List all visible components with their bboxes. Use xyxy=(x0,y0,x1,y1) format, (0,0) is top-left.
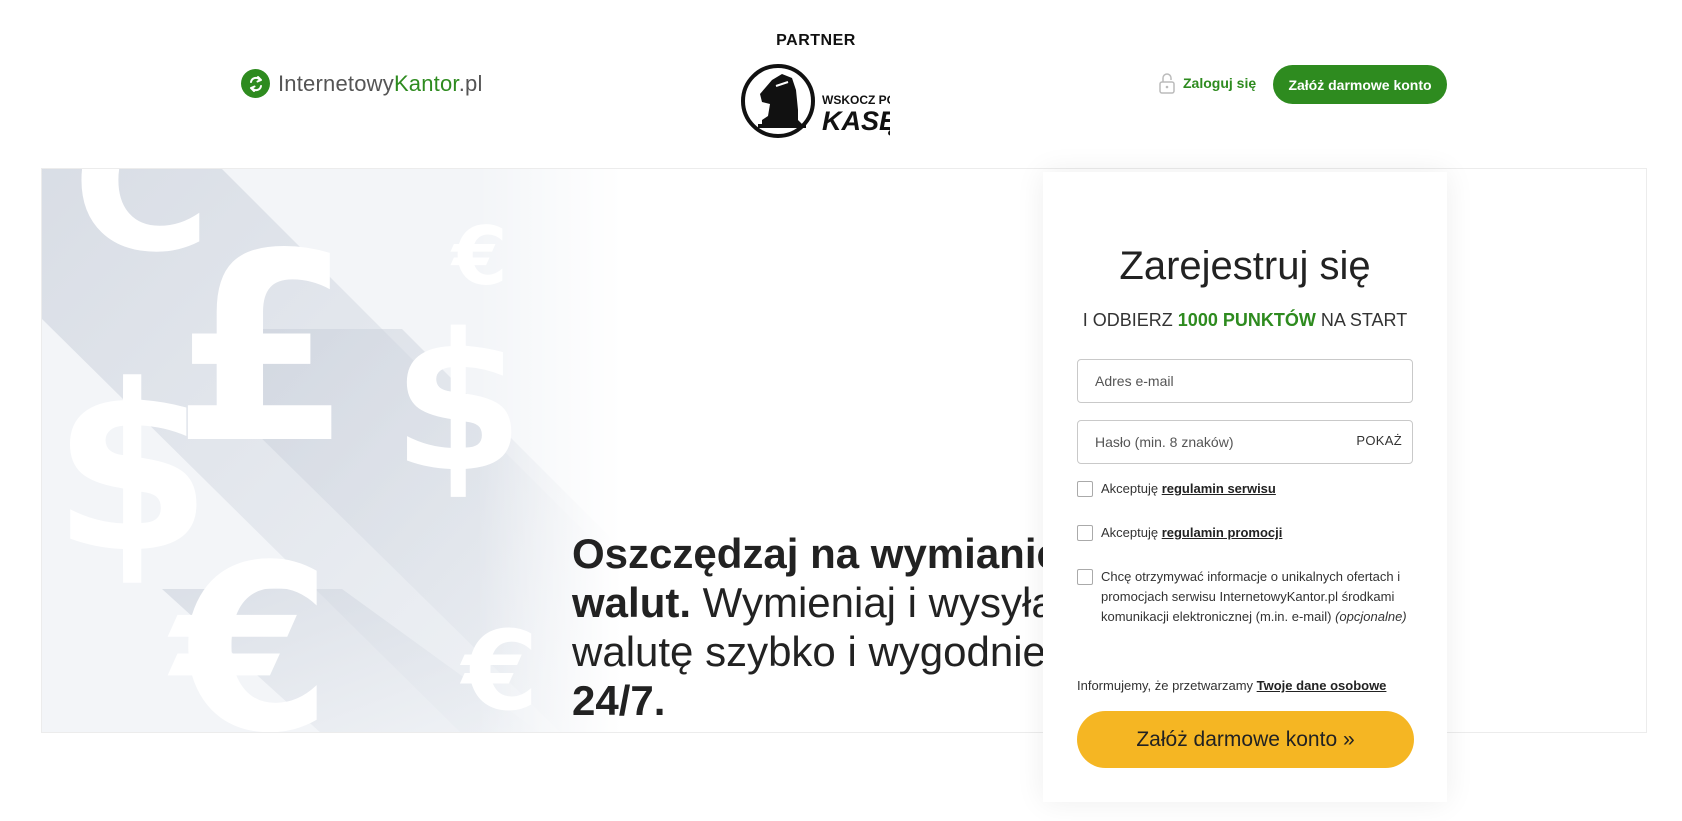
padlock-icon xyxy=(1159,73,1175,94)
password-field-wrapper: POKAŻ xyxy=(1077,420,1413,464)
exchange-arrows-icon xyxy=(241,69,270,98)
login-link[interactable]: Zaloguj się xyxy=(1159,72,1256,94)
create-account-header-button[interactable]: Załóż darmowe konto xyxy=(1273,65,1447,104)
registration-card: Zarejestruj się I ODBIERZ 1000 PUNKTÓW N… xyxy=(1043,172,1447,802)
currency-symbols-illustration: C £ € $ $ € € xyxy=(42,169,622,732)
form-subtitle: I ODBIERZ 1000 PUNKTÓW NA START xyxy=(1043,310,1447,331)
partner-block: PARTNER WSKOCZ PO KASĘ xyxy=(736,32,896,138)
form-title: Zarejestruj się xyxy=(1119,244,1371,288)
terms-consent-row: Akceptuję regulamin serwisu xyxy=(1077,481,1417,499)
show-password-button[interactable]: POKAŻ xyxy=(1356,433,1402,448)
terms-checkbox[interactable] xyxy=(1077,481,1093,497)
promo-text: Akceptuję regulamin promocji xyxy=(1101,523,1282,543)
promo-prefix: Akceptuję xyxy=(1101,525,1162,540)
partner-logo-line1: WSKOCZ PO xyxy=(822,93,890,107)
login-label: Zaloguj się xyxy=(1183,75,1257,91)
promo-consent-row: Akceptuję regulamin promocji xyxy=(1077,525,1417,543)
promo-terms-checkbox[interactable] xyxy=(1077,525,1093,541)
email-field-wrapper xyxy=(1077,359,1413,403)
privacy-prefix: Informujemy, że przetwarzamy xyxy=(1077,678,1257,693)
subtitle-suffix: NA START xyxy=(1315,310,1408,330)
partner-label: PARTNER xyxy=(776,32,856,49)
marketing-text: Chcę otrzymywać informacje o unikalnych … xyxy=(1101,567,1417,627)
email-field[interactable] xyxy=(1078,360,1335,402)
logo-suffix: .pl xyxy=(458,70,483,96)
hero-headline: Oszczędzaj na wymianie walut. Wymieniaj … xyxy=(572,529,1092,725)
site-logo[interactable]: InternetowyKantor.pl xyxy=(241,69,483,98)
privacy-notice: Informujemy, że przetwarzamy Twoje dane … xyxy=(1077,678,1386,693)
partner-logo[interactable]: WSKOCZ PO KASĘ xyxy=(740,58,890,140)
subtitle-prefix: I ODBIERZ xyxy=(1082,310,1178,330)
terms-text: Akceptuję regulamin serwisu xyxy=(1101,479,1276,499)
marketing-consent-row: Chcę otrzymywać informacje o unikalnych … xyxy=(1077,569,1417,627)
subtitle-points: 1000 PUNKTÓW xyxy=(1177,310,1316,330)
logo-highlight: Kantor xyxy=(393,70,459,96)
terms-link[interactable]: regulamin serwisu xyxy=(1162,481,1276,496)
privacy-link[interactable]: Twoje dane osobowe xyxy=(1257,678,1387,693)
logo-wordmark: InternetowyKantor.pl xyxy=(278,71,483,97)
partner-logo-line2: KASĘ xyxy=(822,106,890,136)
headline-bold-end: 24/7. xyxy=(572,677,666,724)
logo-prefix: Internetowy xyxy=(278,70,394,96)
marketing-optional: (opcjonalne) xyxy=(1335,609,1407,624)
terms-prefix: Akceptuję xyxy=(1101,481,1162,496)
create-account-submit-button[interactable]: Załóż darmowe konto » xyxy=(1077,711,1414,768)
marketing-checkbox[interactable] xyxy=(1077,569,1093,585)
password-field[interactable] xyxy=(1078,421,1335,463)
promo-terms-link[interactable]: regulamin promocji xyxy=(1162,525,1283,540)
